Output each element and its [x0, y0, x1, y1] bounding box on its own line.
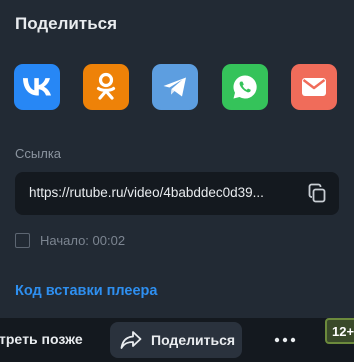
more-dots-icon — [274, 337, 296, 343]
copy-icon[interactable] — [307, 183, 327, 203]
share-title: Поделиться — [15, 14, 118, 33]
link-field[interactable]: https://rutube.ru/video/4babddec0d39... — [15, 172, 339, 215]
age-rating-badge: 12+ — [325, 318, 354, 344]
odnoklassniki-icon — [96, 72, 116, 100]
whatsapp-share-button[interactable] — [222, 64, 268, 110]
more-options-button[interactable] — [270, 324, 300, 356]
vk-icon — [23, 78, 51, 96]
telegram-icon — [163, 77, 186, 97]
telegram-share-button[interactable] — [152, 64, 198, 110]
start-time-checkbox[interactable] — [15, 233, 30, 248]
share-arrow-icon — [120, 331, 142, 349]
share-button[interactable]: Поделиться — [110, 322, 242, 358]
video-action-bar: трeть позже Поделиться — [0, 318, 354, 362]
share-panel: Поделиться Ссылка https://rutube.ru/vide… — [0, 0, 354, 318]
whatsapp-icon — [233, 75, 257, 99]
odnoklassniki-share-button[interactable] — [83, 64, 129, 110]
link-label: Ссылка — [15, 146, 62, 161]
vk-share-button[interactable] — [14, 64, 60, 110]
share-button-label: Поделиться — [151, 332, 236, 348]
start-time-label[interactable]: Начало: 00:02 — [40, 233, 125, 248]
email-share-button[interactable] — [291, 64, 337, 110]
embed-code-link[interactable]: Код вставки плеера — [15, 283, 157, 299]
link-value[interactable]: https://rutube.ru/video/4babddec0d39... — [29, 185, 299, 200]
mail-icon — [302, 78, 326, 96]
watch-later-button[interactable]: трeть позже — [0, 331, 83, 347]
age-rating-label: 12+ — [332, 324, 354, 339]
